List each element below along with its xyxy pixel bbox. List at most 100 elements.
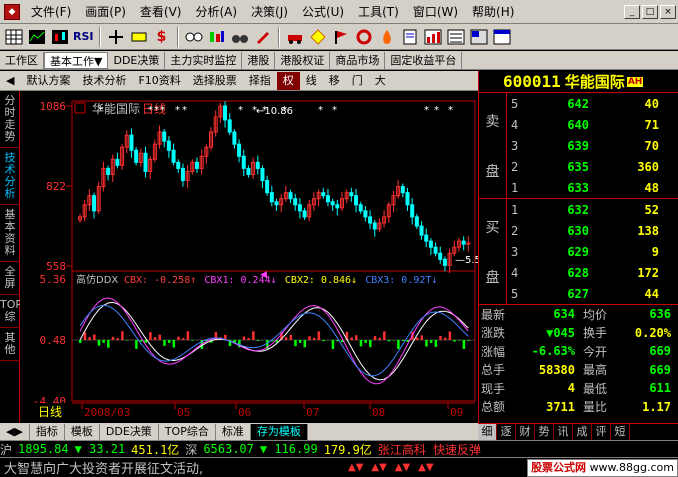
menu-item[interactable]: 查看(V)	[133, 3, 189, 20]
quote-tab[interactable]: 短	[611, 424, 630, 440]
subbar-item[interactable]: 选择股票	[187, 72, 243, 90]
nav-arrows[interactable]: ◀▶	[0, 423, 30, 440]
menu-item[interactable]: 帮助(H)	[465, 3, 521, 20]
side-tab[interactable]: 技术分析	[0, 148, 20, 205]
candle-body	[180, 167, 185, 182]
sz-index[interactable]: 6563.07	[203, 442, 254, 456]
menu-item[interactable]: 决策(J)	[244, 3, 295, 20]
quote-tab[interactable]: 逐	[497, 424, 516, 440]
quote-tab[interactable]: 评	[592, 424, 611, 440]
menu-item[interactable]: 公式(U)	[295, 3, 351, 20]
binoculars-icon[interactable]	[230, 27, 250, 47]
menu-item[interactable]: 工具(T)	[351, 3, 406, 20]
diamond-icon[interactable]	[308, 27, 328, 47]
book-row[interactable]: 4 640 71	[507, 114, 678, 135]
sh-index[interactable]: 1895.84	[18, 442, 69, 456]
subbar-item[interactable]: F10资料	[132, 72, 186, 90]
alert-text[interactable]: 张江高科 快速反弹	[378, 441, 481, 458]
page-icon[interactable]	[400, 27, 420, 47]
chart-grid-icon[interactable]	[423, 27, 443, 47]
app-icon[interactable]: ◆	[4, 3, 20, 20]
subbar-item[interactable]: 线	[300, 72, 323, 90]
line-chart-icon[interactable]	[27, 27, 47, 47]
candle-chart-icon[interactable]	[50, 27, 70, 47]
book-row[interactable]: 2 635 360	[507, 156, 678, 177]
menu-item[interactable]: 文件(F)	[24, 3, 78, 20]
book-row[interactable]: 5 627 44	[507, 283, 678, 304]
watermark-ad: 股票公式网 www.88gg.com	[527, 458, 678, 477]
quote-tab[interactable]: 成	[573, 424, 592, 440]
quote-tab[interactable]: 讯	[554, 424, 573, 440]
rsi-button[interactable]: RSI	[73, 27, 94, 47]
candle-body	[246, 167, 251, 175]
chart-area[interactable]: 1086 822 558 华能国际 日线 * * * * * * * * * * * * * * * ←10.86 —5.…	[20, 91, 487, 423]
workspace-tab[interactable]: 固定收益平台	[385, 51, 463, 69]
book-row[interactable]: 1 633 48	[507, 177, 678, 198]
subbar-item[interactable]: 移	[323, 72, 346, 90]
workspace-tab[interactable]: 港股权证	[275, 51, 331, 69]
pen-icon[interactable]	[253, 27, 273, 47]
workspace-tab[interactable]: 主力实时监控	[165, 51, 243, 69]
menu-item[interactable]: 窗口(W)	[406, 3, 465, 20]
book-row[interactable]: 2 630 138	[507, 220, 678, 241]
crosshair-icon[interactable]	[106, 27, 126, 47]
book-row[interactable]: 3 639 70	[507, 135, 678, 156]
book-row[interactable]: 3 629 9	[507, 241, 678, 262]
subbar-item[interactable]: 大	[369, 72, 392, 90]
window-icon[interactable]	[492, 27, 512, 47]
news-text[interactable]: 大智慧向广大投资者开展征文活动,	[0, 458, 340, 477]
measure-icon[interactable]	[129, 27, 149, 47]
maximize-button[interactable]: □	[642, 4, 658, 19]
bottom-tab[interactable]: DDE决策	[100, 423, 159, 440]
fire-icon[interactable]	[377, 27, 397, 47]
nav-left-arrow[interactable]: ◀	[0, 72, 20, 90]
menu-item[interactable]: 分析(A)	[188, 3, 244, 20]
subbar-item[interactable]: 择指	[243, 72, 277, 90]
book-row[interactable]: 5 642 40	[507, 93, 678, 114]
candle-body	[288, 192, 293, 200]
side-tab[interactable]: 其他	[0, 328, 20, 361]
layout-icon[interactable]	[469, 27, 489, 47]
bottom-tab[interactable]: 指标	[30, 423, 65, 440]
subbar-item[interactable]: 默认方案	[20, 72, 76, 90]
book-px: 640	[567, 117, 589, 132]
flag-icon[interactable]	[331, 27, 351, 47]
candle-body	[368, 216, 373, 224]
side-tab[interactable]: 分时走势	[0, 91, 20, 148]
dollar-icon[interactable]: $	[152, 27, 172, 47]
menu-item[interactable]: 画面(P)	[78, 3, 133, 20]
workspace-tab[interactable]: 商品市场	[330, 51, 386, 69]
workspace-tab[interactable]: 基本工作▼	[44, 51, 109, 69]
minimize-button[interactable]: _	[624, 4, 640, 19]
bottom-tab[interactable]: 模板	[65, 423, 100, 440]
book-row[interactable]: 4 628 172	[507, 262, 678, 283]
side-tab[interactable]: 基本资料	[0, 205, 20, 262]
car-icon[interactable]	[285, 27, 305, 47]
close-button[interactable]: ×	[660, 4, 676, 19]
bottom-tab[interactable]: TOP综合	[159, 423, 216, 440]
bottom-tab[interactable]: 标准	[216, 423, 251, 440]
side-tab[interactable]: 全屏	[0, 262, 20, 295]
workspace-tab[interactable]: 港股	[242, 51, 276, 69]
quote-tab[interactable]: 势	[535, 424, 554, 440]
signal-up-icon: ▲▼	[371, 462, 387, 473]
bottom-tab[interactable]: 存为模板	[250, 423, 308, 440]
quote-tab[interactable]: 细	[478, 424, 497, 440]
subbar-item[interactable]: 门	[346, 72, 369, 90]
subbar-item[interactable]: 权	[276, 71, 300, 90]
candle-body	[194, 161, 199, 169]
quote-tab[interactable]: 财	[516, 424, 535, 440]
x-tick-label: 09	[450, 406, 463, 419]
candle-body	[400, 186, 405, 194]
ring-icon[interactable]	[354, 27, 374, 47]
workspace-tab[interactable]: DDE决策	[108, 51, 166, 69]
workspace-tab[interactable]: 工作区	[0, 51, 44, 69]
side-tab[interactable]: TOP综	[0, 295, 22, 328]
subbar-item[interactable]: 技术分析	[76, 72, 132, 90]
bars-icon[interactable]	[207, 27, 227, 47]
list-icon[interactable]	[446, 27, 466, 47]
chart-svg[interactable]: 1086822558华能国际 日线* * * * * * * * * * * * * * *←10.86—5.…	[20, 91, 487, 423]
grid-icon[interactable]	[4, 27, 24, 47]
book-row[interactable]: 1 632 52	[507, 199, 678, 220]
glasses-icon[interactable]	[184, 27, 204, 47]
